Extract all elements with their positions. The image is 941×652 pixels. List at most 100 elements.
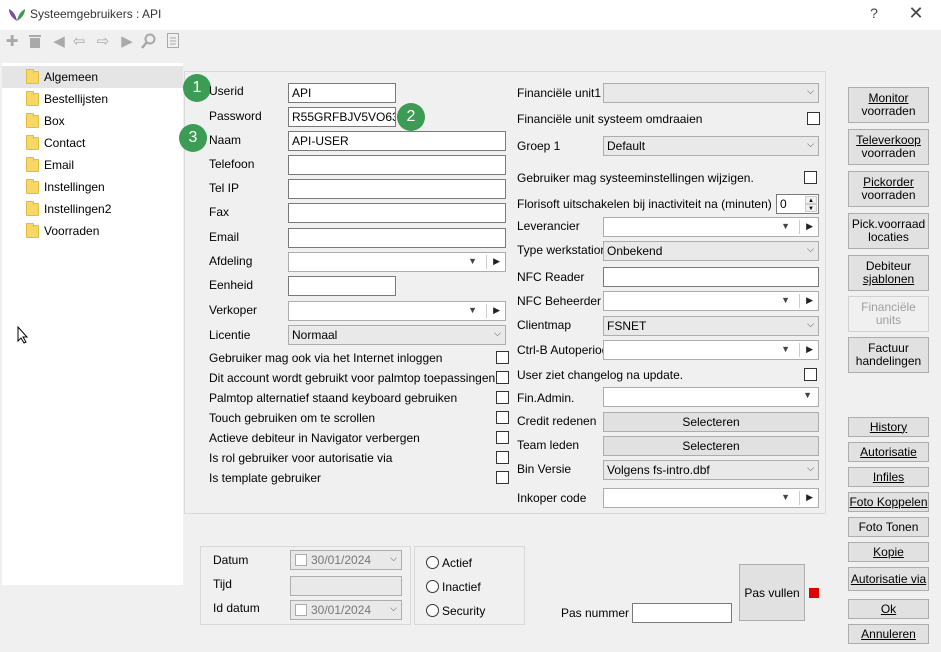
leverancier-combo[interactable]: ▼ ▶: [603, 217, 819, 237]
id-datum-checkbox[interactable]: [295, 604, 307, 616]
prev-icon[interactable]: ⇦: [70, 33, 88, 51]
tree-item-email[interactable]: Email: [2, 154, 183, 176]
lookup-arrow-icon[interactable]: ▶: [493, 305, 500, 316]
datum-checkbox[interactable]: [295, 554, 307, 566]
nfc-beheerder-combo[interactable]: ▼ ▶: [603, 291, 819, 311]
eenheid-field[interactable]: [288, 276, 396, 296]
datum-picker[interactable]: 30/01/2024 ⌵: [290, 550, 402, 570]
id-datum-picker[interactable]: 30/01/2024 ⌵: [290, 600, 402, 620]
pick-voorraad-locaties-button[interactable]: Pick.voorraad locaties: [848, 213, 929, 249]
finadmin-select[interactable]: ▼: [603, 387, 819, 407]
help-button[interactable]: ?: [866, 5, 882, 21]
tree-item-contact[interactable]: Contact: [2, 132, 183, 154]
naam-field[interactable]: API-USER: [288, 131, 506, 151]
trash-icon[interactable]: [26, 33, 44, 51]
tree-item-voorraden[interactable]: Voorraden: [2, 220, 183, 242]
close-button[interactable]: ✕: [906, 3, 926, 24]
fin-unit1-select[interactable]: ⌵: [603, 83, 819, 103]
pas-status-indicator: [809, 588, 819, 598]
checkbox-label-palmtop: Dit account wordt gebruikt voor palmtop …: [209, 371, 496, 385]
infiles-button[interactable]: Infiles: [848, 467, 929, 487]
lookup-arrow-icon[interactable]: ▶: [806, 344, 813, 355]
annuleren-button[interactable]: Annuleren: [848, 624, 929, 644]
factuur-handelingen-button[interactable]: Factuur handelingen: [848, 337, 929, 373]
inkoper-code-label: Inkoper code: [517, 491, 587, 505]
financiele-units-button[interactable]: Financiële units: [848, 296, 929, 332]
document-icon[interactable]: [164, 33, 182, 51]
checkbox-debiteur[interactable]: [496, 431, 509, 444]
tree-item-bestellijsten[interactable]: Bestellijsten: [2, 88, 183, 110]
lookup-arrow-icon[interactable]: ▶: [806, 221, 813, 232]
checkbox-changelog[interactable]: [804, 368, 817, 381]
checkbox-palmtop[interactable]: [496, 371, 509, 384]
fax-field[interactable]: [288, 203, 506, 223]
tree-item-algemeen[interactable]: Algemeen: [2, 66, 183, 88]
tree-item-instellingen2[interactable]: Instellingen2: [2, 198, 183, 220]
mouse-cursor-icon: [17, 326, 29, 344]
clientmap-label: Clientmap: [517, 318, 572, 332]
checkbox-internet[interactable]: [496, 351, 509, 364]
debiteur-sjablonen-button[interactable]: Debiteur sjablonen: [848, 255, 929, 291]
groep1-select[interactable]: Default ⌵: [603, 136, 819, 156]
kopie-button[interactable]: Kopie: [848, 542, 929, 562]
credit-redenen-select-button[interactable]: Selecteren: [603, 412, 819, 432]
lookup-arrow-icon[interactable]: ▶: [493, 256, 500, 267]
spin-down-icon[interactable]: ▼: [805, 204, 817, 212]
chevron-down-icon: ⌵: [494, 328, 501, 338]
userid-field[interactable]: API: [288, 83, 396, 103]
verkoper-combo[interactable]: ▼ ▶: [288, 301, 506, 321]
first-icon[interactable]: ◀: [50, 33, 68, 51]
checkbox-template[interactable]: [496, 471, 509, 484]
licentie-select[interactable]: Normaal ⌵: [288, 325, 506, 345]
spin-up-icon[interactable]: ▲: [805, 196, 817, 204]
inactiviteit-stepper[interactable]: 0 ▲ ▼: [776, 194, 819, 214]
autorisatie-via-button[interactable]: Autorisatie via: [848, 567, 929, 591]
radio-security[interactable]: [426, 604, 439, 617]
plus-icon[interactable]: ✚: [3, 33, 21, 51]
checkbox-touch[interactable]: [496, 411, 509, 424]
telefoon-field[interactable]: [288, 155, 506, 175]
checkbox-sys-instellingen[interactable]: [804, 171, 817, 184]
folder-icon: [26, 223, 39, 238]
radio-inactief[interactable]: [426, 580, 439, 593]
checkbox-fin-unit-omdraaien[interactable]: [807, 112, 820, 125]
checkbox-label-debiteur: Actieve debiteur in Navigator verbergen: [209, 431, 420, 445]
tree-item-instellingen[interactable]: Instellingen: [2, 176, 183, 198]
inkoper-code-combo[interactable]: ▼ ▶: [603, 488, 819, 508]
tree-item-box[interactable]: Box: [2, 110, 183, 132]
type-werkstation-select[interactable]: Onbekend ⌵: [603, 241, 819, 261]
next-icon[interactable]: ⇨: [94, 33, 112, 51]
televerkoop-voorraden-button[interactable]: Televerkoop voorraden: [848, 129, 929, 165]
nfc-beheerder-label: NFC Beheerder: [517, 294, 602, 308]
ctrlb-combo[interactable]: ▼ ▶: [603, 340, 819, 360]
foto-tonen-button[interactable]: Foto Tonen: [848, 517, 929, 537]
pas-vullen-button[interactable]: Pas vullen: [739, 564, 805, 621]
chevron-down-icon: ⌵: [390, 553, 397, 563]
radio-actief[interactable]: [426, 556, 439, 569]
tijd-field[interactable]: [290, 576, 402, 596]
foto-koppelen-button[interactable]: Foto Koppelen: [848, 492, 929, 512]
navigation-tree: Algemeen Bestellijsten Box Contact Email…: [2, 63, 183, 585]
autorisatie-button[interactable]: Autorisatie: [848, 442, 929, 462]
ok-button[interactable]: Ok: [848, 599, 929, 619]
team-leden-select-button[interactable]: Selecteren: [603, 436, 819, 456]
password-field[interactable]: R55GRFBJV5VO63R: [288, 107, 396, 127]
history-button[interactable]: History: [848, 417, 929, 437]
last-icon[interactable]: ▶: [118, 33, 136, 51]
clientmap-select[interactable]: FSNET ⌵: [603, 316, 819, 336]
telip-field[interactable]: [288, 179, 506, 199]
id-datum-label: Id datum: [213, 601, 260, 615]
afdeling-combo[interactable]: ▼ ▶: [288, 252, 506, 272]
search-icon[interactable]: [140, 33, 158, 51]
email-field[interactable]: [288, 228, 506, 248]
monitor-voorraden-button[interactable]: Monitor voorraden: [848, 87, 929, 123]
checkbox-keyboard[interactable]: [496, 391, 509, 404]
pas-nummer-field[interactable]: [632, 603, 732, 623]
lookup-arrow-icon[interactable]: ▶: [806, 492, 813, 503]
bin-versie-select[interactable]: Volgens fs-intro.dbf ⌵: [603, 460, 819, 480]
team-leden-label: Team leden: [517, 438, 580, 452]
nfc-reader-field[interactable]: [603, 267, 819, 287]
pickorder-voorraden-button[interactable]: Pickorder voorraden: [848, 171, 929, 207]
lookup-arrow-icon[interactable]: ▶: [806, 295, 813, 306]
checkbox-rol[interactable]: [496, 451, 509, 464]
